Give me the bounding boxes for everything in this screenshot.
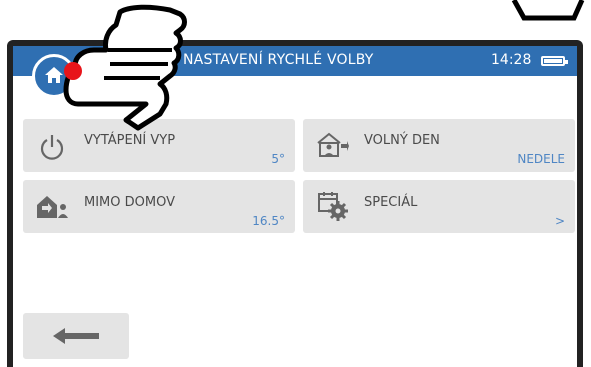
arrow-left-icon (53, 328, 99, 344)
tile-away[interactable]: MIMO DOMOV 16.5° (23, 180, 295, 233)
tile-value: > (554, 214, 565, 228)
tile-label: MIMO DOMOV (84, 195, 175, 210)
page-title: NASTAVENÍ RYCHLÉ VOLBY (183, 52, 374, 68)
tile-day-off[interactable]: VOLNÝ DEN NEDELE (303, 119, 575, 172)
clock: 14:28 (491, 52, 532, 68)
tile-value: NEDELE (517, 152, 565, 166)
tile-label: SPECIÁL (364, 195, 418, 210)
house-person-icon (37, 196, 68, 218)
header-bar: NASTAVENÍ RYCHLÉ VOLBY 14:28 (13, 46, 577, 76)
back-button[interactable] (23, 313, 129, 359)
home-icon (45, 67, 63, 83)
battery-icon (541, 56, 568, 66)
tile-label: VYTÁPENÍ VYP (84, 133, 176, 148)
tile-value: 16.5° (252, 214, 285, 228)
tile-heating-off[interactable]: VYTÁPENÍ VYP 5° (23, 119, 295, 172)
home-button[interactable] (32, 54, 76, 98)
screen: NASTAVENÍ RYCHLÉ VOLBY 14:28 VYTÁPENÍ VY… (13, 46, 577, 367)
tile-label: VOLNÝ DEN (364, 133, 440, 148)
house-person-icon (317, 132, 349, 157)
tile-value: 5° (271, 152, 285, 166)
power-icon (40, 135, 64, 160)
tile-special[interactable]: SPECIÁL > (303, 180, 575, 233)
calendar-gear-icon (318, 192, 348, 221)
